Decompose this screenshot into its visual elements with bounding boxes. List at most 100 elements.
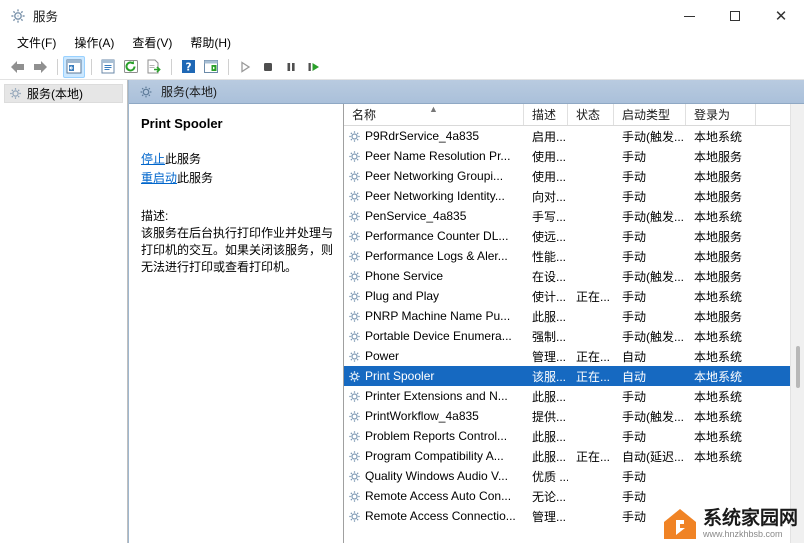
cell-startup-type: 手动(触发...	[622, 269, 684, 284]
menu-file[interactable]: 文件(F)	[8, 33, 65, 53]
forward-icon[interactable]	[29, 56, 51, 78]
sort-ascending-icon: ▲	[429, 104, 438, 114]
list-body[interactable]: P9RdrService_4a835 启用... 手动(触发... 本地系统 Peer …	[344, 126, 804, 543]
cell-service-name: Power	[344, 349, 524, 363]
cell-service-name: PNRP Machine Name Pu...	[344, 309, 524, 323]
table-row[interactable]: Plug and Play 使计... 正在... 手动 本地系统	[344, 286, 804, 306]
column-header-logon-as[interactable]: 登录为	[686, 104, 756, 125]
show-hide-action-pane-icon[interactable]	[200, 56, 222, 78]
service-gear-icon	[348, 150, 361, 163]
restart-service-suffix: 此服务	[177, 171, 214, 185]
service-gear-icon	[348, 430, 361, 443]
service-name-label: Power	[365, 349, 400, 363]
table-row[interactable]: Power 管理... 正在... 自动 本地系统	[344, 346, 804, 366]
table-row[interactable]: Problem Reports Control... 此服... 手动 本地系统	[344, 426, 804, 446]
vertical-scrollbar[interactable]	[790, 104, 804, 543]
refresh-icon[interactable]	[120, 56, 142, 78]
stop-service-icon[interactable]	[257, 56, 279, 78]
table-row[interactable]: Remote Access Auto Con... 无论... 手动	[344, 486, 804, 506]
pause-service-icon[interactable]	[280, 56, 302, 78]
window-controls: ✕	[666, 0, 804, 32]
show-hide-console-tree-icon[interactable]	[63, 55, 85, 78]
cell-service-name: Peer Networking Groupi...	[344, 169, 524, 183]
cell-description: 使用...	[532, 169, 567, 184]
cell-service-name: Remote Access Auto Con...	[344, 489, 524, 503]
cell-logon-as: 本地系统	[694, 209, 743, 224]
results-pane-title: 服务(本地)	[161, 85, 217, 99]
menu-action[interactable]: 操作(A)	[65, 33, 123, 53]
cell-status: 正在...	[576, 369, 611, 384]
cell-service-name: Phone Service	[344, 269, 524, 283]
minimize-button[interactable]	[666, 0, 712, 32]
cell-logon-as: 本地系统	[694, 449, 743, 464]
cell-startup-type: 手动	[622, 189, 647, 204]
table-row[interactable]: Portable Device Enumera... 强制... 手动(触发... 本…	[344, 326, 804, 346]
cell-logon-as: 本地服务	[694, 169, 743, 184]
maximize-button[interactable]	[712, 0, 758, 32]
column-header-startup-type[interactable]: 启动类型	[614, 104, 686, 125]
properties-icon[interactable]	[97, 56, 119, 78]
table-row[interactable]: Print Spooler 该服... 正在... 自动 本地系统	[344, 366, 804, 386]
service-gear-icon	[348, 450, 361, 463]
cell-logon-as: 本地系统	[694, 429, 743, 444]
tree-item-label: 服务(本地)	[27, 87, 83, 101]
table-row[interactable]: Performance Counter DL... 使远... 手动 本地服务	[344, 226, 804, 246]
help-icon[interactable]: ?	[177, 56, 199, 78]
cell-logon-as: 本地服务	[694, 149, 743, 164]
column-header-status[interactable]: 状态	[568, 104, 614, 125]
column-header-logon-as-label: 登录为	[694, 108, 731, 122]
cell-startup-type: 手动	[622, 469, 647, 484]
menu-bar: 文件(F) 操作(A) 查看(V) 帮助(H)	[0, 32, 804, 54]
cell-description: 此服...	[532, 389, 567, 404]
table-row[interactable]: P9RdrService_4a835 启用... 手动(触发... 本地系统	[344, 126, 804, 146]
cell-service-name: Remote Access Connectio...	[344, 509, 524, 523]
cell-description: 性能...	[532, 249, 567, 264]
export-list-icon[interactable]	[143, 56, 165, 78]
table-row[interactable]: PrintWorkflow_4a835 提供... 手动(触发... 本地系统	[344, 406, 804, 426]
table-row[interactable]: PNRP Machine Name Pu... 此服... 手动 本地服务	[344, 306, 804, 326]
cell-service-name: P9RdrService_4a835	[344, 129, 524, 143]
table-row[interactable]: Performance Logs & Aler... 性能... 手动 本地服务	[344, 246, 804, 266]
back-icon[interactable]	[6, 56, 28, 78]
table-row[interactable]: Remote Access Connectio... 管理... 手动	[344, 506, 804, 526]
cell-logon-as: 本地系统	[694, 129, 743, 144]
services-gear-icon	[139, 85, 153, 99]
work-area: 服务(本地) 服务(本地) Print Spooler 停止此服务 重启动此服务…	[0, 80, 804, 543]
column-header-description[interactable]: 描述	[524, 104, 568, 125]
column-header-name[interactable]: 名称 ▲	[344, 104, 524, 125]
cell-service-name: Print Spooler	[344, 369, 524, 383]
cell-startup-type: 手动	[622, 309, 647, 324]
table-row[interactable]: Phone Service 在设... 手动(触发... 本地服务	[344, 266, 804, 286]
service-gear-icon	[348, 250, 361, 263]
service-gear-icon	[348, 470, 361, 483]
title-bar: 服务 ✕	[0, 0, 804, 32]
close-button[interactable]: ✕	[758, 0, 804, 32]
cell-status: 正在...	[576, 449, 611, 464]
svg-text:?: ?	[185, 61, 191, 73]
menu-help[interactable]: 帮助(H)	[181, 33, 240, 53]
menu-view[interactable]: 查看(V)	[123, 33, 181, 53]
service-gear-icon	[348, 130, 361, 143]
services-list-view: 名称 ▲ 描述 状态 启动类型 登录为 P9RdrService_4a835 启…	[344, 104, 804, 543]
service-name-label: PenService_4a835	[365, 209, 467, 223]
service-gear-icon	[348, 210, 361, 223]
scrollbar-thumb[interactable]	[796, 346, 800, 388]
table-row[interactable]: Peer Networking Groupi... 使用... 手动 本地服务	[344, 166, 804, 186]
table-row[interactable]: Printer Extensions and N... 此服... 手动 本地系统	[344, 386, 804, 406]
table-row[interactable]: Peer Name Resolution Pr... 使用... 手动 本地服务	[344, 146, 804, 166]
toolbar-separator	[91, 58, 92, 75]
stop-service-link[interactable]: 停止	[141, 152, 165, 166]
table-row[interactable]: Quality Windows Audio V... 优质 ... 手动	[344, 466, 804, 486]
restart-service-link[interactable]: 重启动	[141, 171, 177, 185]
cell-description: 提供...	[532, 409, 567, 424]
tree-item-services-local[interactable]: 服务(本地)	[4, 84, 123, 103]
service-gear-icon	[348, 410, 361, 423]
cell-service-name: Quality Windows Audio V...	[344, 469, 524, 483]
table-row[interactable]: PenService_4a835 手写... 手动(触发... 本地系统	[344, 206, 804, 226]
service-gear-icon	[348, 270, 361, 283]
cell-service-name: Portable Device Enumera...	[344, 329, 524, 343]
start-service-icon[interactable]	[234, 56, 256, 78]
table-row[interactable]: Peer Networking Identity... 向对... 手动 本地服务	[344, 186, 804, 206]
restart-service-icon[interactable]	[303, 56, 325, 78]
table-row[interactable]: Program Compatibility A... 此服... 正在... 自动(延…	[344, 446, 804, 466]
